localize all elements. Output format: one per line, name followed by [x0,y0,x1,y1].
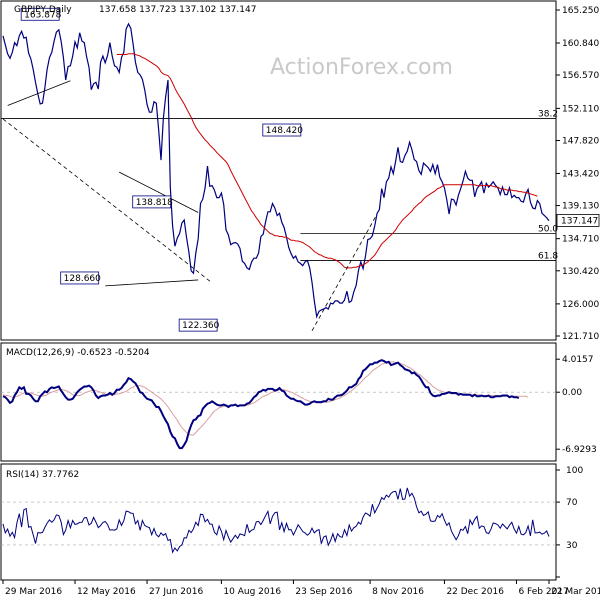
fib-label: 61.8 [538,251,558,261]
price-y-tick-label: 160.840 [562,39,599,49]
macd-y-tick-label: 4.0157 [562,355,594,365]
macd-title: MACD(12,26,9) -0.6523 -0.5204 [6,348,150,358]
price-y-tick-label: 165.250 [562,6,599,16]
price-y-tick-label: 156.570 [562,71,599,81]
price-title: GBPJPY,Daily [14,5,72,15]
chart-root: ActionForex.com 38.2 50.0 61.8 163.878 148.4… [0,0,600,600]
rsi-title: RSI(14) 37.7762 [6,470,79,480]
x-tick-label: 27 Jun 2016 [149,587,203,597]
fib-label: 50.0 [538,224,558,234]
price-y-tick-label: 139.130 [562,202,599,212]
annotation-label: 138.818 [136,198,173,208]
macd-y-tick-label: 0.00 [562,388,582,398]
rsi-y-tick-label: 100 [566,466,583,476]
x-tick-label: 10 Aug 2016 [223,587,281,597]
price-ohlc: 137.658 137.723 137.102 137.147 [99,5,256,15]
annotation-label: 128.660 [64,274,101,284]
rsi-y-tick-label: 70 [566,498,578,508]
price-y-tick-label: 134.710 [562,235,599,245]
price-y-tick-label: 147.820 [562,137,599,147]
x-tick-label: 12 May 2016 [77,587,136,597]
price-y-tick-label: 152.110 [562,104,599,114]
annotation-label: 148.420 [266,126,303,136]
price-y-tick-label: 126.000 [562,300,599,310]
macd-panel-frame [0,342,557,462]
x-tick-label: 22 Mar 2017 [551,587,600,597]
rsi-y-tick-label: 30 [566,541,578,551]
x-tick-label: 23 Sep 2016 [295,587,352,597]
x-tick-label: 29 Mar 2016 [5,587,62,597]
watermark: ActionForex.com [270,55,453,80]
x-tick-label: 8 Nov 2016 [372,587,424,597]
macd-y-tick-label: -6.9293 [562,445,597,455]
price-y-tick-label: 121.710 [562,332,599,342]
price-y-tick-label: 143.420 [562,169,599,179]
price-y-tick-label: 130.420 [562,267,599,277]
chart-canvas: ActionForex.com 38.250.061.8163.878148.4… [0,0,600,597]
x-tick-label: 22 Dec 2016 [446,587,504,597]
price-panel-frame [0,0,557,341]
last-price-label: 137.147 [561,216,598,226]
annotation-label: 122.360 [182,321,219,331]
fib-label: 38.2 [538,110,558,120]
